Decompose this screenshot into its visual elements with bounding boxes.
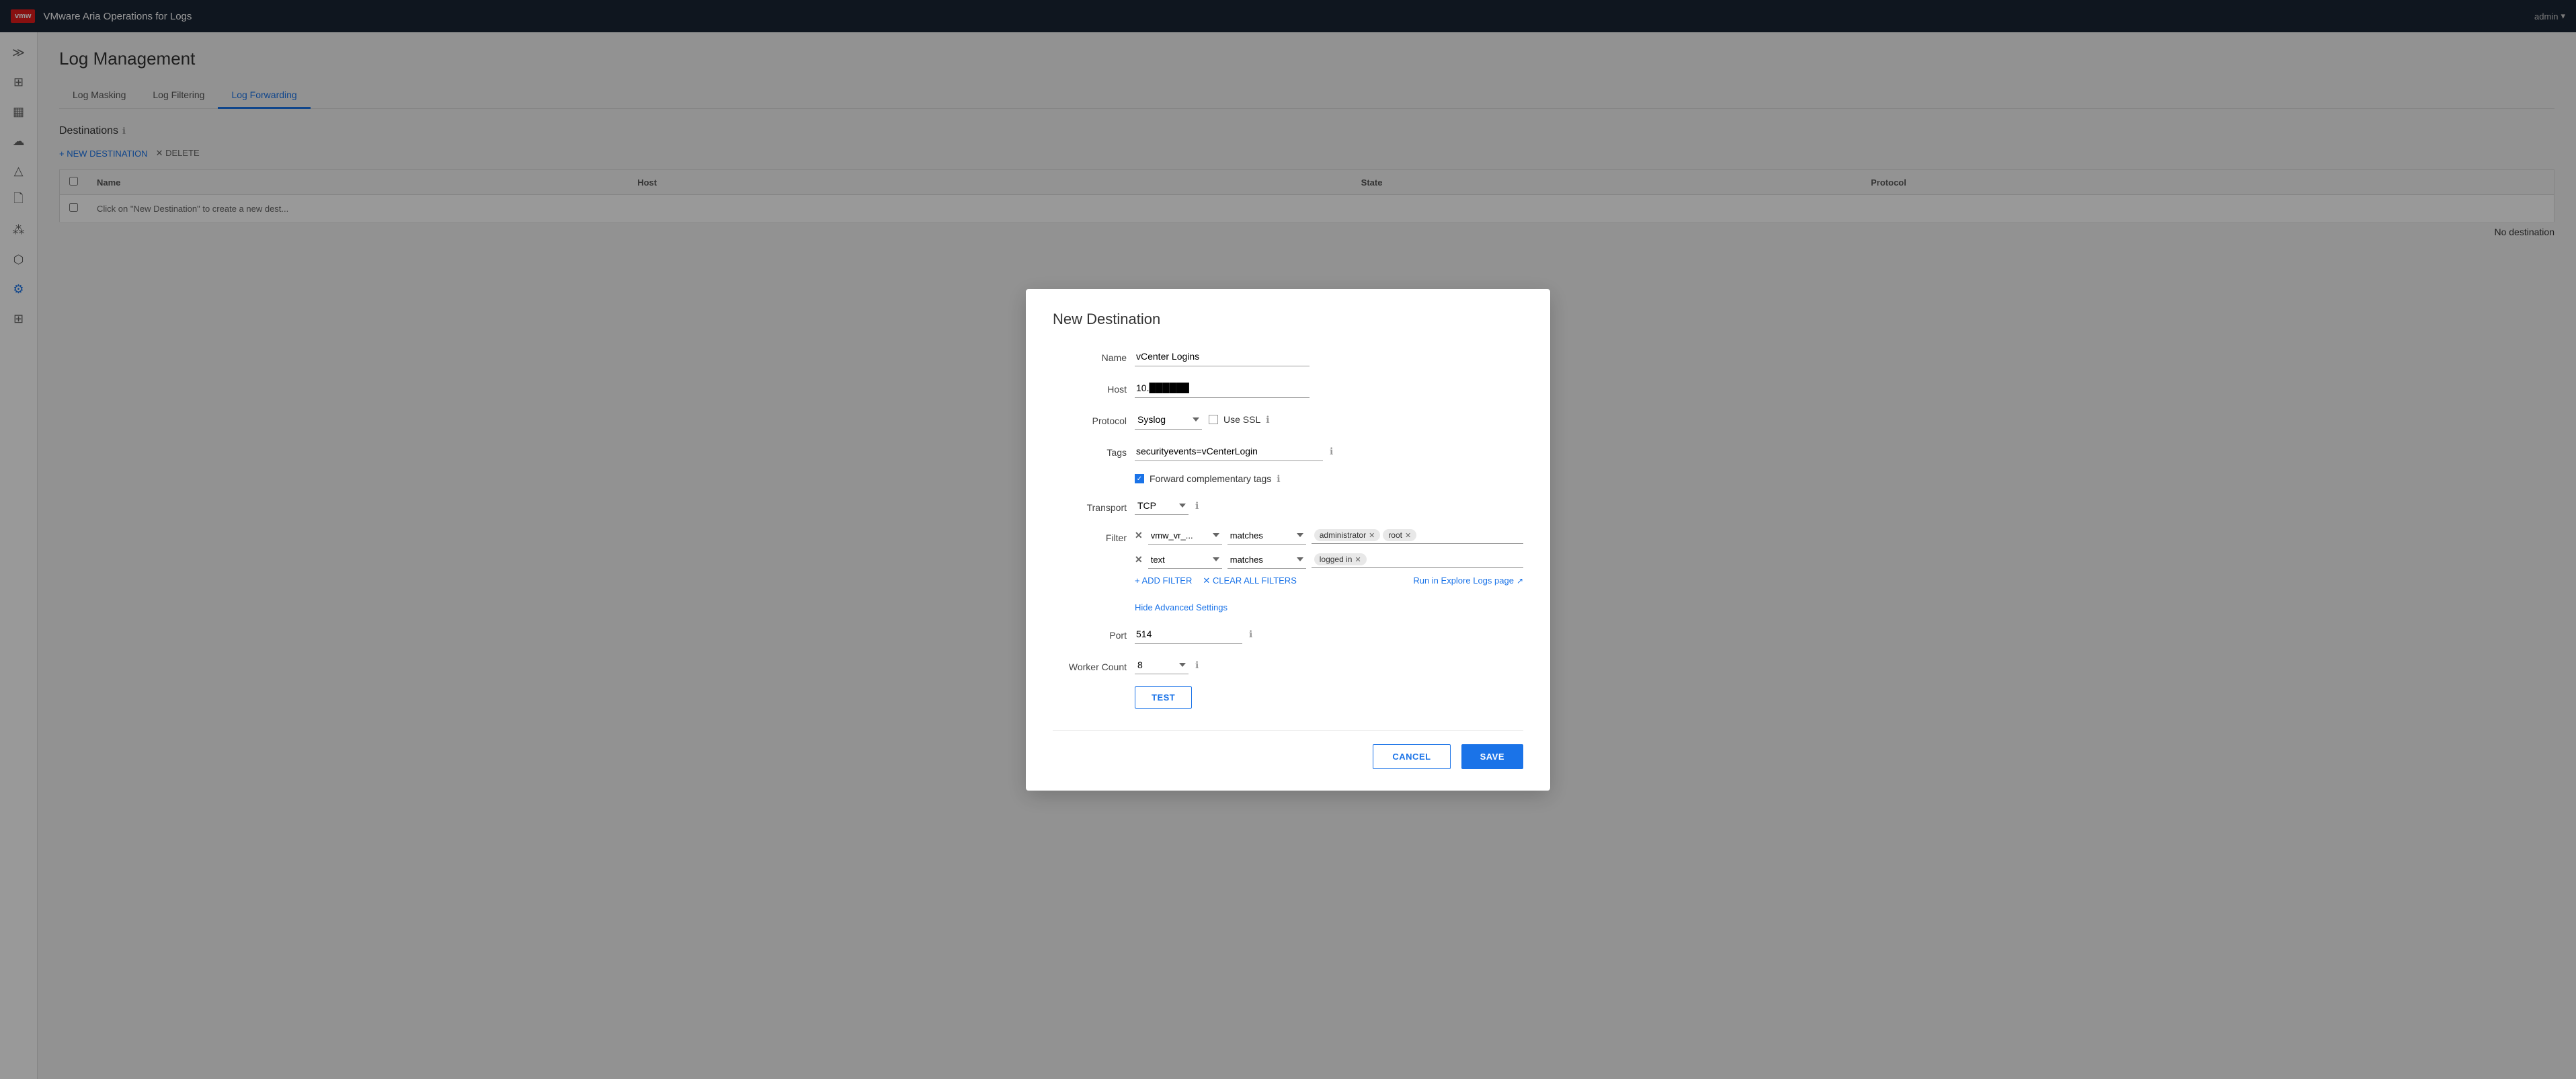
hide-advanced-button[interactable]: Hide Advanced Settings (1135, 602, 1227, 612)
fwd-tags-spacer (1053, 473, 1127, 479)
worker-count-select[interactable]: 1 2 4 8 16 (1135, 656, 1189, 674)
port-label: Port (1053, 625, 1127, 641)
name-input[interactable] (1135, 347, 1310, 366)
transport-info-icon: ℹ (1195, 500, 1199, 512)
run-explore-button[interactable]: Run in Explore Logs page ↗ (1413, 575, 1523, 586)
worker-count-control: 1 2 4 8 16 ℹ (1135, 656, 1523, 674)
protocol-row: Protocol Syslog CFSyslog Raw Use SSL ℹ (1053, 410, 1523, 430)
port-control: ℹ (1135, 625, 1523, 644)
filter-2-values: logged in ✕ (1312, 551, 1523, 568)
transport-row: Transport TCP UDP ℹ (1053, 497, 1523, 515)
filter-row-1: ✕ vmw_vr_... matches does not match cont… (1135, 527, 1523, 545)
cancel-button[interactable]: CANCEL (1373, 744, 1450, 769)
filter-1-remove-icon[interactable]: ✕ (1135, 530, 1143, 541)
tags-row: Tags ℹ (1053, 442, 1523, 461)
transport-label: Transport (1053, 497, 1127, 513)
filter-row-2: ✕ text matches does not match contains l… (1135, 551, 1523, 569)
name-control (1135, 347, 1523, 366)
fwd-tags-control: ✓ Forward complementary tags ℹ (1135, 473, 1523, 485)
tags-label: Tags (1053, 442, 1127, 458)
fwd-complementary-checkbox[interactable]: ✓ (1135, 474, 1144, 483)
test-button[interactable]: TEST (1135, 686, 1192, 709)
fwd-tags-row: ✓ Forward complementary tags ℹ (1053, 473, 1523, 485)
name-label: Name (1053, 347, 1127, 363)
filter-1-remove-administrator[interactable]: ✕ (1369, 531, 1375, 540)
filter-2-remove-icon[interactable]: ✕ (1135, 554, 1143, 565)
filter-label: Filter (1053, 527, 1127, 543)
filter-1-field-select[interactable]: vmw_vr_... (1148, 527, 1222, 545)
filter-2-field-select[interactable]: text (1148, 551, 1222, 569)
fwd-info-icon: ℹ (1277, 473, 1280, 485)
use-ssl-label: Use SSL (1223, 414, 1260, 425)
port-info-icon: ℹ (1249, 629, 1252, 640)
filter-1-remove-root[interactable]: ✕ (1405, 531, 1411, 540)
hide-advanced-row: Hide Advanced Settings (1053, 598, 1523, 612)
host-label: Host (1053, 378, 1127, 395)
ssl-row: Use SSL ℹ (1209, 414, 1270, 426)
filter-2-remove-loggedin[interactable]: ✕ (1355, 555, 1361, 564)
ssl-checkbox[interactable] (1209, 415, 1218, 424)
filter-2-value-loggedin: logged in ✕ (1314, 553, 1367, 565)
test-row: TEST (1053, 686, 1523, 709)
worker-count-row: Worker Count 1 2 4 8 16 ℹ (1053, 656, 1523, 674)
dialog-footer: CANCEL SAVE (1053, 730, 1523, 769)
protocol-select[interactable]: Syslog CFSyslog Raw (1135, 410, 1202, 430)
port-row: Port ℹ (1053, 625, 1523, 644)
filter-control: ✕ vmw_vr_... matches does not match cont… (1135, 527, 1523, 586)
host-row: Host (1053, 378, 1523, 398)
filter-1-values: administrator ✕ root ✕ (1312, 527, 1523, 544)
protocol-label: Protocol (1053, 410, 1127, 426)
port-input[interactable] (1135, 625, 1242, 644)
ssl-info-icon: ℹ (1266, 414, 1269, 426)
transport-control: TCP UDP ℹ (1135, 497, 1523, 515)
modal-overlay: New Destination Name Host Protocol Syslo… (0, 0, 2576, 1079)
host-input[interactable] (1135, 378, 1310, 398)
dialog-title: New Destination (1053, 311, 1523, 328)
host-control (1135, 378, 1523, 398)
add-filter-button[interactable]: + ADD FILTER (1135, 575, 1192, 586)
filter-2-op-select[interactable]: matches does not match contains (1227, 551, 1306, 569)
fwd-checkbox-row: ✓ Forward complementary tags ℹ (1135, 473, 1281, 485)
worker-count-label: Worker Count (1053, 656, 1127, 672)
tags-control: ℹ (1135, 442, 1523, 461)
name-row: Name (1053, 347, 1523, 366)
tags-input[interactable] (1135, 442, 1323, 461)
filter-1-op-select[interactable]: matches does not match contains (1227, 527, 1306, 545)
run-explore-icon: ↗ (1517, 576, 1523, 586)
new-destination-dialog: New Destination Name Host Protocol Syslo… (1026, 289, 1550, 791)
clear-filters-button[interactable]: ✕ CLEAR ALL FILTERS (1203, 575, 1297, 586)
tags-info-icon: ℹ (1330, 446, 1333, 457)
filter-actions: + ADD FILTER ✕ CLEAR ALL FILTERS Run in … (1135, 575, 1523, 586)
fwd-complementary-label: Forward complementary tags (1150, 473, 1271, 484)
filter-actions-left: + ADD FILTER ✕ CLEAR ALL FILTERS (1135, 575, 1297, 586)
filter-section: ✕ vmw_vr_... matches does not match cont… (1135, 527, 1523, 586)
transport-select[interactable]: TCP UDP (1135, 497, 1189, 515)
filter-row: Filter ✕ vmw_vr_... matches does not mat… (1053, 527, 1523, 586)
filter-1-value-administrator: administrator ✕ (1314, 529, 1381, 541)
worker-info-icon: ℹ (1195, 660, 1199, 671)
filter-1-value-root: root ✕ (1383, 529, 1416, 541)
save-button[interactable]: SAVE (1461, 744, 1523, 769)
protocol-control: Syslog CFSyslog Raw Use SSL ℹ (1135, 410, 1523, 430)
